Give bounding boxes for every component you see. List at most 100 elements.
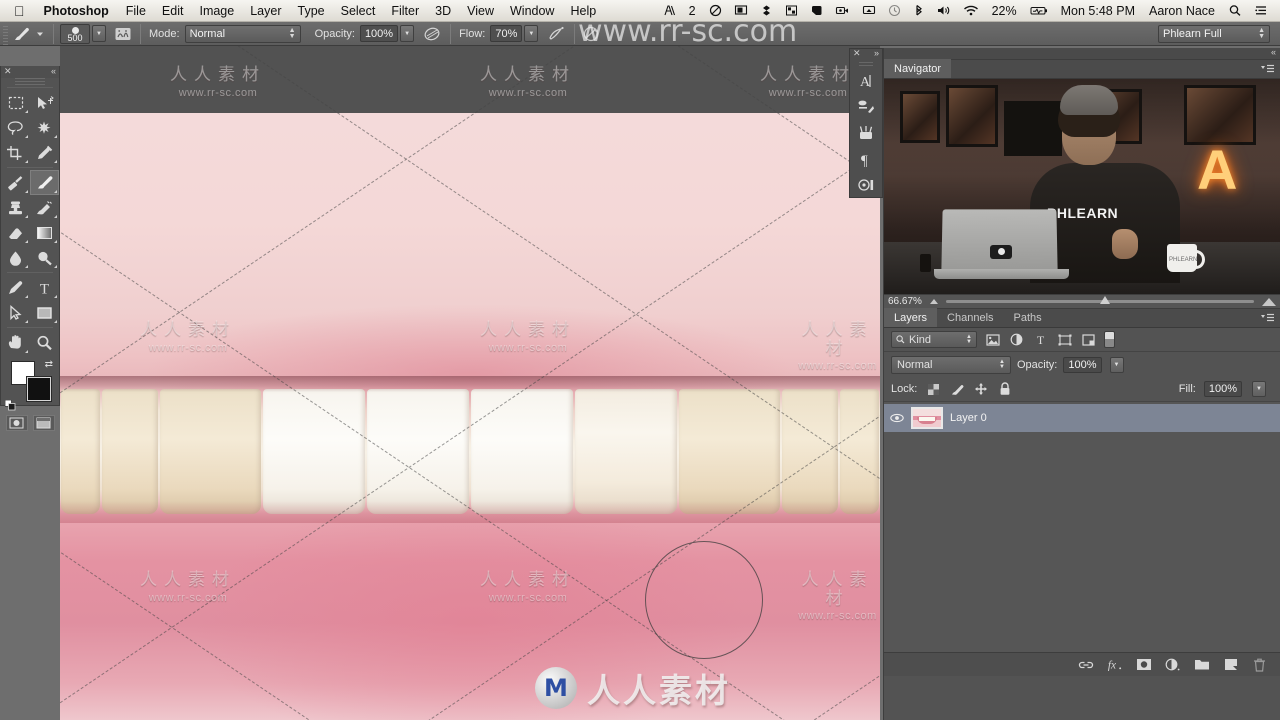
brush-tool-icon[interactable] — [11, 24, 33, 44]
rectangular-marquee-tool[interactable] — [1, 90, 30, 115]
brush-tool[interactable] — [30, 170, 59, 195]
lasso-tool[interactable] — [1, 115, 30, 140]
collapse-panel-icon[interactable]: « — [51, 66, 56, 76]
layer-blend-mode-select[interactable]: Normal ▲ ▼ — [891, 355, 1011, 374]
menu-item-select[interactable]: Select — [333, 0, 384, 22]
close-icon[interactable]: ✕ — [853, 48, 861, 59]
menu-item-file[interactable]: File — [118, 0, 154, 22]
opacity-slider-arrow[interactable]: ▼ — [400, 25, 415, 42]
filter-shape-layers-icon[interactable] — [1056, 331, 1073, 348]
apple-logo-icon[interactable]:  — [8, 1, 35, 21]
opacity-value-field[interactable]: 100% — [359, 25, 399, 42]
layers-list[interactable]: Layer 0 — [884, 402, 1280, 652]
wifi-icon[interactable] — [958, 0, 984, 22]
menu-item-layer[interactable]: Layer — [242, 0, 289, 22]
brush-panel-toggle-icon[interactable] — [112, 24, 134, 44]
mini-dock-grip[interactable] — [859, 62, 873, 68]
table-row[interactable]: Layer 0 — [884, 404, 1280, 432]
add-layer-mask-icon[interactable] — [1135, 656, 1152, 673]
brush-size-preview[interactable]: 500 — [60, 23, 90, 44]
eyedropper-tool[interactable] — [30, 140, 59, 165]
swap-colors-icon[interactable]: ⇄ — [45, 359, 53, 370]
magic-wand-tool[interactable] — [30, 115, 59, 140]
menu-item-3d[interactable]: 3D — [427, 0, 459, 22]
layer-name-label[interactable]: Layer 0 — [950, 412, 987, 424]
new-adjustment-layer-icon[interactable] — [1164, 656, 1181, 673]
properties-panel-icon[interactable] — [850, 172, 882, 198]
type-tool[interactable]: T — [30, 275, 59, 300]
brush-settings-dropdown[interactable]: ▼ — [92, 25, 106, 42]
volume-icon[interactable] — [931, 0, 956, 22]
flow-value-field[interactable]: 70% — [490, 25, 523, 42]
zoom-in-icon[interactable] — [1262, 297, 1276, 306]
gradient-tool[interactable] — [30, 220, 59, 245]
tab-layers[interactable]: Layers — [884, 308, 938, 327]
character-panel-icon[interactable]: A — [850, 68, 882, 94]
screen-mode-icon[interactable] — [32, 415, 55, 431]
filter-pixel-layers-icon[interactable] — [984, 331, 1001, 348]
filter-enable-toggle[interactable] — [1104, 331, 1115, 348]
menu-item-image[interactable]: Image — [191, 0, 242, 22]
options-bar-grip[interactable] — [0, 21, 11, 46]
new-layer-icon[interactable] — [1222, 656, 1239, 673]
background-color-swatch[interactable] — [26, 376, 52, 402]
menu-item-help[interactable]: Help — [562, 0, 604, 22]
menu-item-filter[interactable]: Filter — [383, 0, 427, 22]
panel-menu-icon[interactable] — [1261, 313, 1275, 322]
menu-item-view[interactable]: View — [459, 0, 502, 22]
search-icon[interactable] — [1223, 0, 1247, 22]
delete-layer-icon[interactable] — [1251, 656, 1268, 673]
little-snitch-icon[interactable] — [658, 0, 681, 22]
zoom-tool[interactable] — [30, 330, 59, 355]
smoothing-icon[interactable] — [581, 24, 603, 44]
zoom-slider[interactable] — [946, 296, 1254, 304]
lock-transparent-pixels-icon[interactable] — [925, 381, 941, 397]
document-canvas[interactable]: 人人素材 www.rr-sc.com 人人素材 www.rr-sc.com 人人… — [60, 46, 880, 720]
lock-position-icon[interactable] — [973, 381, 989, 397]
link-layers-icon[interactable] — [1077, 656, 1094, 673]
time-machine-icon[interactable] — [883, 0, 906, 22]
lock-all-icon[interactable] — [997, 381, 1013, 397]
new-group-icon[interactable] — [1193, 656, 1210, 673]
layer-opacity-slider-arrow[interactable]: ▼ — [1109, 356, 1124, 373]
zoom-out-icon[interactable] — [930, 299, 938, 304]
airplay-icon[interactable] — [857, 0, 881, 22]
close-icon[interactable]: ✕ — [4, 66, 12, 77]
filter-adjustment-layers-icon[interactable] — [1008, 331, 1025, 348]
battery-icon[interactable] — [1025, 0, 1053, 22]
menu-item-type[interactable]: Type — [290, 0, 333, 22]
dropbox-icon[interactable] — [755, 0, 778, 22]
user-name-label[interactable]: Aaron Nace — [1143, 0, 1221, 22]
spot-healing-brush-tool[interactable] — [1, 170, 30, 195]
pen-tool[interactable] — [1, 275, 30, 300]
airbrush-icon[interactable] — [546, 24, 568, 44]
default-colors-icon[interactable] — [5, 400, 16, 411]
notification-center-icon[interactable] — [1249, 0, 1273, 22]
clone-stamp-tool[interactable] — [1, 195, 30, 220]
tab-paths[interactable]: Paths — [1004, 308, 1052, 327]
screen-recorder-icon[interactable] — [830, 0, 855, 22]
layer-style-fx-icon[interactable]: fx — [1106, 656, 1123, 673]
hand-tool[interactable] — [1, 330, 30, 355]
evernote-icon[interactable] — [805, 0, 828, 22]
dodge-tool[interactable] — [30, 245, 59, 270]
menu-item-photoshop[interactable]: Photoshop — [35, 0, 118, 22]
expand-panels-icon[interactable]: » — [874, 48, 879, 58]
menu-item-edit[interactable]: Edit — [154, 0, 192, 22]
filter-type-layers-icon[interactable]: T — [1032, 331, 1049, 348]
flow-slider-arrow[interactable]: ▼ — [524, 25, 539, 42]
brush-preset-picker-icon[interactable] — [33, 24, 47, 44]
history-brush-tool[interactable] — [30, 195, 59, 220]
blur-tool[interactable] — [1, 245, 30, 270]
do-not-disturb-icon[interactable] — [704, 0, 727, 22]
navigator-preview[interactable]: A PHLEARN PHLEARN — [884, 79, 1280, 294]
filter-kind-select[interactable]: Kind ▲ ▼ — [891, 331, 977, 348]
zoom-slider-thumb[interactable] — [1100, 296, 1110, 304]
layer-thumbnail[interactable] — [911, 407, 943, 429]
clock-label[interactable]: Mon 5:48 PM — [1055, 0, 1141, 22]
collapse-to-icons-icon[interactable]: « — [1271, 47, 1276, 57]
workspace-select[interactable]: Phlearn Full ▲ ▼ — [1158, 24, 1270, 43]
eraser-tool[interactable] — [1, 220, 30, 245]
grid-app-icon[interactable] — [780, 0, 803, 22]
quick-mask-icon[interactable] — [5, 415, 28, 431]
